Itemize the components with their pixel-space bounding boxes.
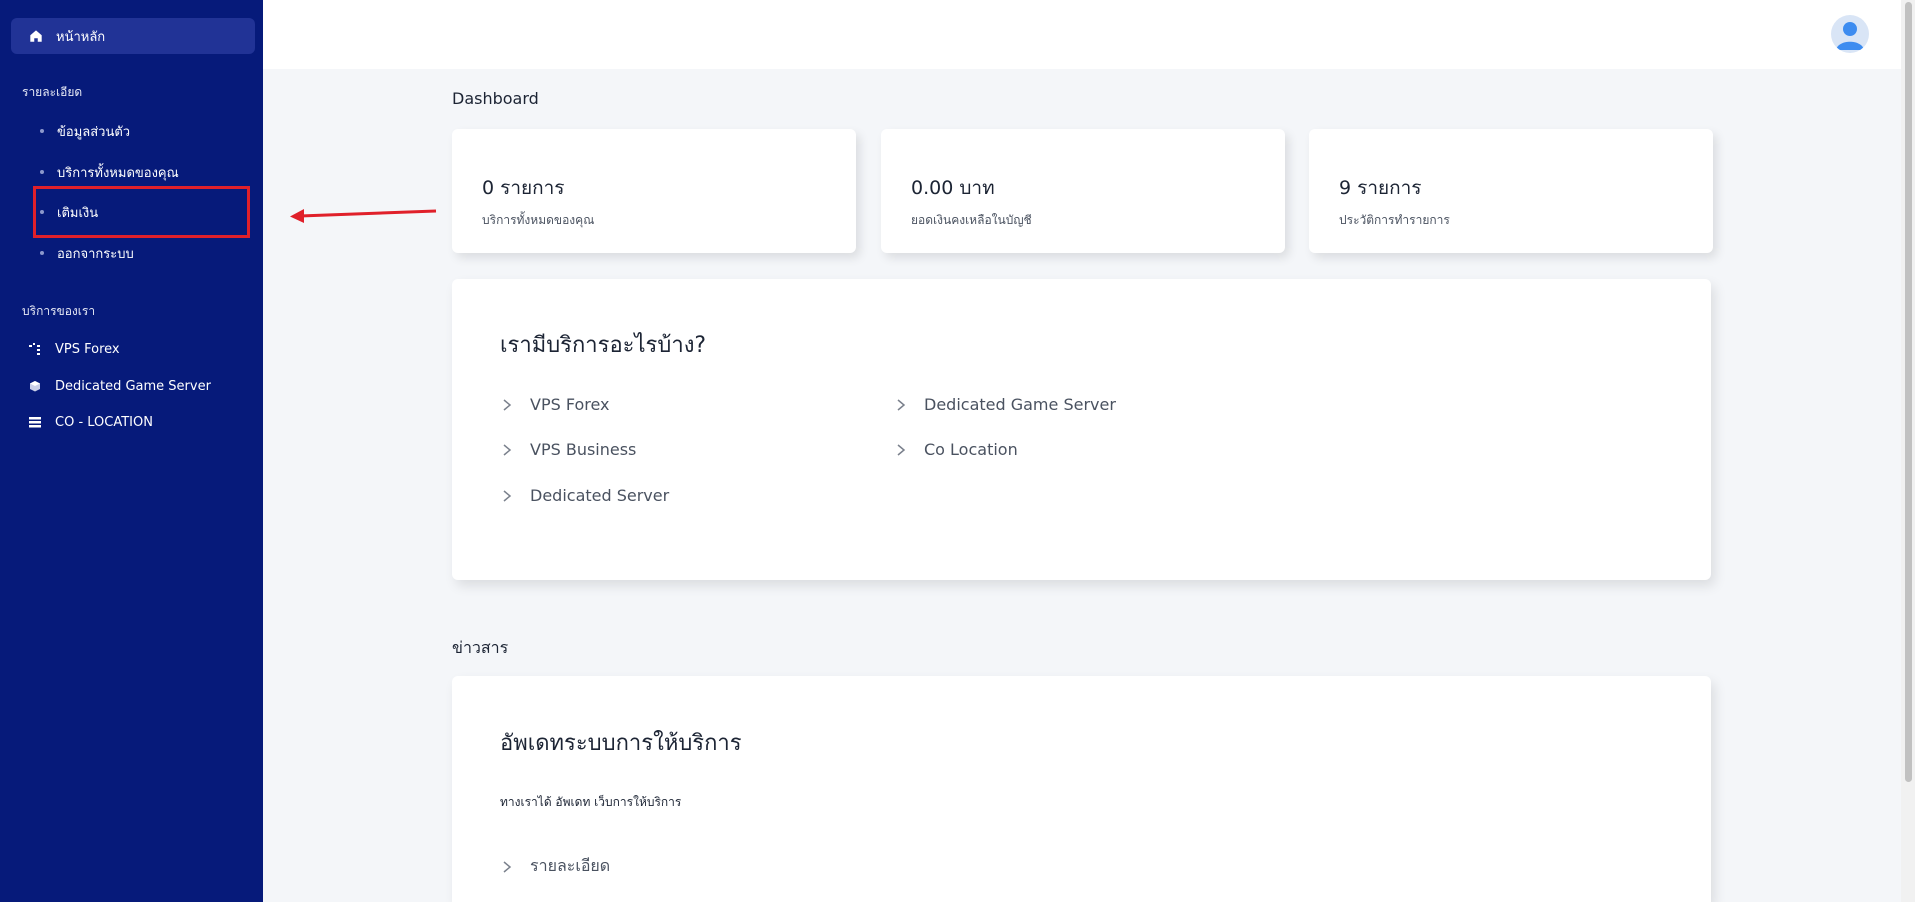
home-icon bbox=[30, 30, 42, 42]
user-avatar[interactable] bbox=[1831, 15, 1869, 53]
scrollbar-thumb[interactable] bbox=[1905, 2, 1912, 782]
chevron-right-icon bbox=[897, 443, 906, 456]
chevron-right-icon bbox=[503, 489, 512, 502]
service-link-label: Dedicated Game Server bbox=[924, 395, 1116, 414]
sidebar-item-label: บริการทั้งหมดของคุณ bbox=[57, 165, 179, 181]
chevron-right-icon bbox=[897, 398, 906, 411]
sidebar-item-label: Dedicated Game Server bbox=[55, 378, 211, 394]
server-rack-icon bbox=[28, 415, 42, 429]
annotation-arrow-icon bbox=[290, 209, 437, 223]
sidebar-item-logout[interactable]: ออกจากระบบ bbox=[40, 243, 134, 263]
services-panel: เรามีบริการอะไรบ้าง? VPS Forex VPS Busin… bbox=[452, 279, 1711, 580]
news-details-label: รายละเอียด bbox=[530, 856, 611, 875]
news-details-link[interactable]: รายละเอียด bbox=[502, 854, 610, 879]
stat-label: ยอดเงินคงเหลือในบัญชี bbox=[911, 213, 1032, 227]
app-root: หน้าหลัก รายละเอียด ข้อมูลส่วนตัว บริการ… bbox=[0, 0, 1915, 902]
bullet-icon bbox=[40, 251, 44, 255]
sidebar-item-vps-forex[interactable]: VPS Forex bbox=[28, 339, 120, 359]
vertical-scrollbar[interactable] bbox=[1901, 0, 1915, 902]
service-link-co-location[interactable]: Co Location bbox=[896, 440, 1018, 459]
service-link-label: Dedicated Server bbox=[530, 486, 670, 505]
sidebar-heading-services: บริการของเรา bbox=[22, 304, 96, 318]
service-link-label: VPS Forex bbox=[530, 395, 610, 414]
stat-value: 0.00 บาท bbox=[911, 177, 995, 199]
service-link-label: Co Location bbox=[924, 440, 1018, 459]
sidebar: หน้าหลัก รายละเอียด ข้อมูลส่วนตัว บริการ… bbox=[0, 0, 263, 902]
news-section-title: ข่าวสาร bbox=[452, 638, 509, 657]
sidebar-item-co-location[interactable]: CO - LOCATION bbox=[28, 412, 153, 432]
news-panel-title: อัพเดทระบบการให้บริการ bbox=[500, 731, 742, 756]
top-bar bbox=[263, 0, 1901, 69]
user-icon bbox=[1836, 22, 1864, 50]
sidebar-item-home-label: หน้าหลัก bbox=[56, 29, 106, 45]
chevron-right-icon bbox=[503, 860, 512, 873]
news-panel: อัพเดทระบบการให้บริการ ทางเราได้ อัพเดท … bbox=[452, 676, 1711, 902]
page-title: Dashboard bbox=[452, 89, 539, 108]
cube-icon bbox=[28, 379, 42, 393]
news-panel-body: ทางเราได้ อัพเดท เว็บการให้บริการ bbox=[500, 795, 682, 809]
stat-label: ประวัติการทำรายการ bbox=[1339, 213, 1450, 227]
stat-card-history: 9 รายการ ประวัติการทำรายการ bbox=[1309, 129, 1713, 253]
chevron-right-icon bbox=[503, 398, 512, 411]
services-panel-title: เรามีบริการอะไรบ้าง? bbox=[500, 333, 707, 358]
service-link-label: VPS Business bbox=[530, 440, 637, 459]
stat-card-services: 0 รายการ บริการทั้งหมดของคุณ bbox=[452, 129, 856, 253]
service-link-vps-business[interactable]: VPS Business bbox=[502, 440, 636, 459]
service-link-vps-forex[interactable]: VPS Forex bbox=[502, 395, 610, 414]
stat-value: 0 รายการ bbox=[482, 177, 565, 199]
chevron-right-icon bbox=[503, 443, 512, 456]
sidebar-item-label: ข้อมูลส่วนตัว bbox=[57, 124, 131, 140]
sidebar-heading-details: รายละเอียด bbox=[22, 85, 83, 99]
sidebar-item-label: CO - LOCATION bbox=[55, 414, 153, 430]
stat-label: บริการทั้งหมดของคุณ bbox=[482, 213, 595, 227]
stat-value: 9 รายการ bbox=[1339, 177, 1422, 199]
vps-icon bbox=[28, 342, 42, 356]
bullet-icon bbox=[40, 129, 44, 133]
service-link-dedicated-server[interactable]: Dedicated Server bbox=[502, 486, 669, 505]
stat-card-balance: 0.00 บาท ยอดเงินคงเหลือในบัญชี bbox=[881, 129, 1285, 253]
service-link-dedicated-game-server[interactable]: Dedicated Game Server bbox=[896, 395, 1116, 414]
annotation-highlight-box bbox=[33, 186, 250, 238]
sidebar-item-profile[interactable]: ข้อมูลส่วนตัว bbox=[40, 121, 130, 141]
sidebar-item-dedicated-game-server[interactable]: Dedicated Game Server bbox=[28, 376, 211, 396]
sidebar-item-all-services[interactable]: บริการทั้งหมดของคุณ bbox=[40, 162, 179, 182]
sidebar-item-home[interactable]: หน้าหลัก bbox=[11, 18, 255, 54]
sidebar-item-label: ออกจากระบบ bbox=[57, 246, 134, 262]
bullet-icon bbox=[40, 170, 44, 174]
sidebar-item-label: VPS Forex bbox=[55, 341, 120, 357]
